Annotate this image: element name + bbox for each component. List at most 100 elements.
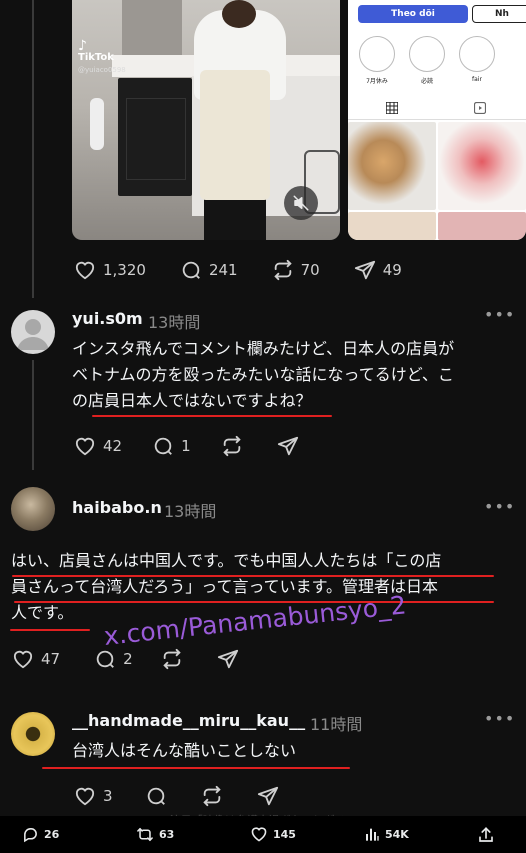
comment-line: ベトナムの方を殴ったみたいな話になってるけど、こ [72,365,454,384]
red-underline [42,767,350,769]
reply-count: 241 [208,261,238,279]
avatar[interactable] [11,712,55,756]
speaker-muted-icon [293,195,309,211]
comment-username[interactable]: __handmade__miru__kau__ [72,711,305,730]
story-highlight: 必読 [408,36,446,85]
send-icon [277,436,298,456]
repost-icon [273,259,292,281]
reply-count: 2 [123,650,133,668]
scene-fridge [118,78,192,196]
thread-line [32,360,34,470]
repost-icon [163,648,181,670]
reply-button[interactable] [145,785,167,807]
repost-button[interactable] [221,435,243,457]
tweet-like-count: 145 [273,827,296,841]
follow-button: Theo dõi [358,5,468,23]
comment-timestamp: 13時間 [164,502,217,521]
instagram-profile-screenshot[interactable]: Theo dõi Nh 7月休み 必読 fair [348,0,526,240]
red-underline [92,415,332,417]
profile-photo-tile [348,212,436,240]
share-button[interactable]: 49 [354,259,402,281]
scene-person-head [222,0,256,28]
share-button[interactable] [257,785,279,807]
heart-icon [13,650,33,669]
profile-tabs [348,98,526,120]
like-button[interactable]: 1,320 [74,260,146,280]
story-highlight: 7月休み [358,36,396,85]
highlight-label: 必読 [420,78,433,85]
repost-button[interactable]: 70 [272,259,320,281]
grid-icon [386,102,398,114]
heart-icon [75,437,95,456]
comment-actions: 42 1 [74,435,333,457]
like-button[interactable]: 47 [12,649,60,669]
reply-button[interactable]: 1 [152,435,191,457]
comment-text: インスタ飛んでコメント欄みたけど、日本人の店員が ベトナムの方を殴ったみたいな話… [72,336,522,414]
tweet-action-bar: 26 63 145 54K [0,816,526,853]
post-actions: 1,320 241 70 49 [74,259,436,281]
reels-icon [474,102,486,114]
tweet-share-button[interactable] [477,826,495,844]
tweet-repost-count: 63 [159,828,175,841]
scene-cabinet [122,0,182,55]
highlight-ring [409,36,445,72]
heart-icon [75,787,95,806]
heart-icon [251,827,267,842]
like-count: 47 [41,650,61,668]
share-button[interactable] [277,435,299,457]
avatar[interactable] [11,487,55,531]
comment-text: 台湾人はそんな酷いことしない [72,738,512,764]
tweet-repost-button[interactable]: 63 [136,826,174,843]
like-count: 3 [103,787,113,805]
like-button[interactable]: 42 [74,436,122,456]
tiktok-label: TikTok [78,52,114,63]
repost-icon [202,785,221,807]
message-button: Nh [472,5,526,23]
profile-photo-tile [348,122,436,210]
comment-line: の店員日本人ではないですよね？ [72,391,312,410]
reply-button[interactable]: 241 [180,259,238,281]
tweet-like-button[interactable]: 145 [250,826,296,842]
highlight-ring [459,36,495,72]
scene-person-apron [200,70,270,200]
video-thumbnail[interactable]: ♪ TikTok @yuiaco0598 [72,0,340,240]
more-options-icon[interactable]: ••• [484,497,515,516]
reply-button[interactable]: 2 [94,648,133,670]
reply-count: 1 [181,437,191,455]
repost-button[interactable] [201,785,223,807]
like-count: 42 [103,437,123,455]
tiktok-user: @yuiaco0598 [78,66,126,74]
more-options-icon[interactable]: ••• [484,305,515,324]
tweet-view-count: 54K [385,827,409,841]
highlight-ring [359,36,395,72]
comment-username[interactable]: yui.s0m [72,309,143,328]
comment-icon [147,787,165,805]
comment-actions: 3 [74,785,313,807]
comment-timestamp: 13時間 [148,313,201,332]
profile-photo-tile [438,212,526,240]
mute-button[interactable] [284,186,318,220]
like-button[interactable]: 3 [74,786,113,806]
comment-actions: 47 2 [12,648,273,670]
tweet-reply-button[interactable]: 26 [22,826,59,843]
heart-icon [75,261,95,280]
comment-icon [154,437,172,455]
comment-username[interactable]: haibabo.n [72,498,162,517]
tweet-views[interactable]: 54K [364,826,409,842]
like-count: 1,320 [103,261,146,279]
repost-button[interactable] [161,648,183,670]
comment-line: はい、店員さんは中国人です。でも中国人人たちは「この店 [11,551,442,570]
more-options-icon[interactable]: ••• [484,709,515,728]
tiktok-logo-icon: ♪ [78,38,87,54]
reply-bubble-icon [24,828,37,843]
avatar[interactable] [11,310,55,354]
comment-line: 台湾人はそんな酷いことしない [72,741,297,760]
repost-icon [223,435,241,457]
send-icon [217,649,238,669]
share-button[interactable] [217,648,239,670]
comment-line: 員さんって台湾人だろう」って言っています。管理者は日本 [11,577,439,596]
story-highlight: fair [458,36,496,83]
share-upload-icon [479,827,493,842]
views-bar-chart-icon [366,828,379,841]
thread-line [32,0,34,298]
